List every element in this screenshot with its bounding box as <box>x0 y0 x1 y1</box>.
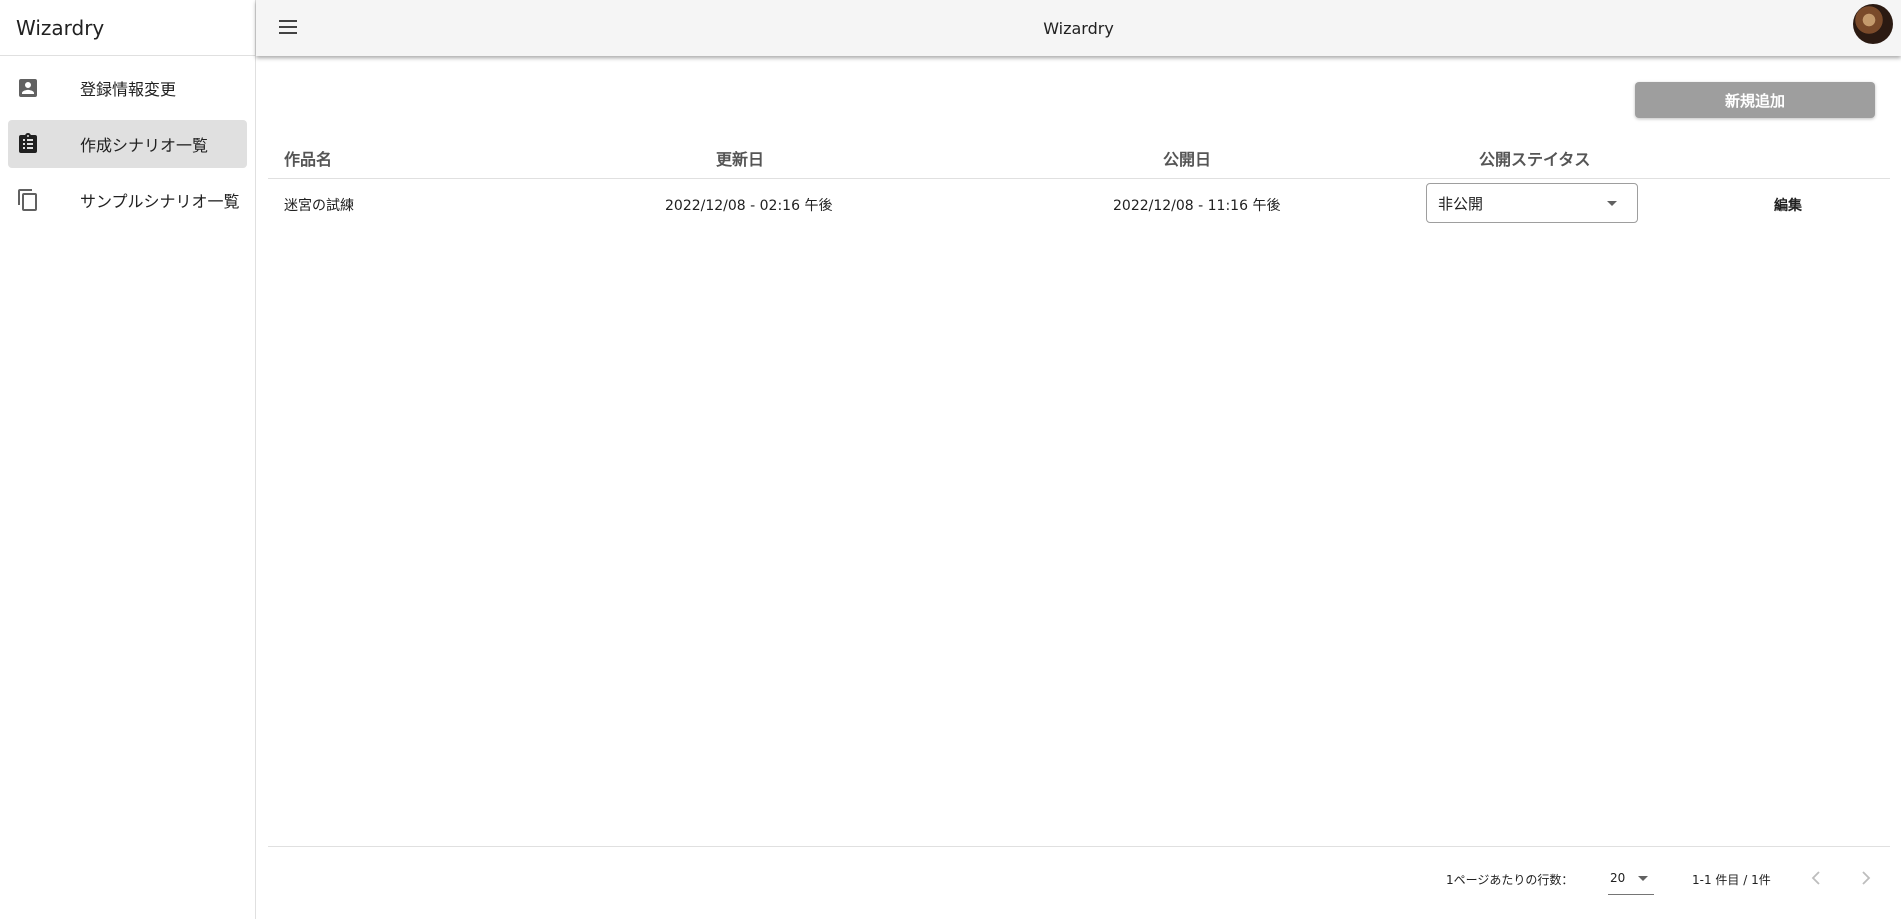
avatar[interactable] <box>1853 4 1893 44</box>
rows-per-page-select[interactable]: 20 <box>1608 863 1654 895</box>
edit-button[interactable]: 編集 <box>1758 193 1818 217</box>
scenario-table: 作品名 更新日 公開日 公開ステイタス 迷宮の試練 2022/12/08 - 0… <box>268 132 1890 231</box>
page-title: Wizardry <box>1043 18 1114 38</box>
rows-per-page-value: 20 <box>1610 871 1626 885</box>
pagination: 1ページあたりの行数： 20 1-1 件目 / 1件 <box>256 861 1901 901</box>
add-new-button[interactable]: 新規追加 <box>1635 82 1875 118</box>
dropdown-arrow-icon <box>1638 876 1648 881</box>
pagination-range: 1-1 件目 / 1件 <box>1692 873 1771 887</box>
sidebar-item-label: 作成シナリオ一覧 <box>80 136 209 155</box>
cell-updated: 2022/12/08 - 02:16 午後 <box>665 198 833 214</box>
column-header-title: 作品名 <box>284 150 333 169</box>
menu-button[interactable] <box>272 12 304 44</box>
copy-icon <box>16 188 40 212</box>
cell-title: 迷宮の試練 <box>284 198 354 214</box>
sidebar: Wizardry 登録情報変更 作成シナリオ一覧 サンプルシナリオ一覧 <box>0 0 256 919</box>
app-bar: Wizardry <box>256 0 1901 56</box>
previous-page-button[interactable] <box>1802 865 1830 893</box>
sidebar-item-label: 登録情報変更 <box>80 80 177 99</box>
column-header-published: 公開日 <box>1163 150 1212 169</box>
sidebar-item-label: サンプルシナリオ一覧 <box>80 192 240 211</box>
hamburger-menu-icon <box>279 19 297 38</box>
table-row: 迷宮の試練 2022/12/08 - 02:16 午後 2022/12/08 -… <box>268 179 1890 231</box>
status-select-value: 非公開 <box>1438 194 1484 213</box>
status-select[interactable]: 非公開 <box>1426 183 1638 223</box>
sidebar-item-sample-scenarios[interactable]: サンプルシナリオ一覧 <box>8 176 247 224</box>
sidebar-item-my-scenarios[interactable]: 作成シナリオ一覧 <box>8 120 247 168</box>
cell-published: 2022/12/08 - 11:16 午後 <box>1113 198 1281 214</box>
next-page-button[interactable] <box>1852 865 1880 893</box>
account-box-icon <box>16 76 40 100</box>
dropdown-arrow-icon <box>1607 201 1617 206</box>
clipboard-list-icon <box>16 132 40 156</box>
table-footer-divider <box>268 846 1890 847</box>
column-header-updated: 更新日 <box>716 150 765 169</box>
chevron-right-icon <box>1861 870 1871 888</box>
sidebar-item-profile[interactable]: 登録情報変更 <box>8 64 247 112</box>
column-header-status: 公開ステイタス <box>1479 150 1591 169</box>
sidebar-nav: 登録情報変更 作成シナリオ一覧 サンプルシナリオ一覧 <box>0 56 255 224</box>
rows-per-page-label: 1ページあたりの行数： <box>1446 873 1574 887</box>
table-header: 作品名 更新日 公開日 公開ステイタス <box>268 132 1890 179</box>
main-content: 新規追加 作品名 更新日 公開日 公開ステイタス 迷宮の試練 2022/12/0… <box>256 56 1901 919</box>
sidebar-app-name: Wizardry <box>0 0 255 56</box>
chevron-left-icon <box>1811 870 1821 888</box>
